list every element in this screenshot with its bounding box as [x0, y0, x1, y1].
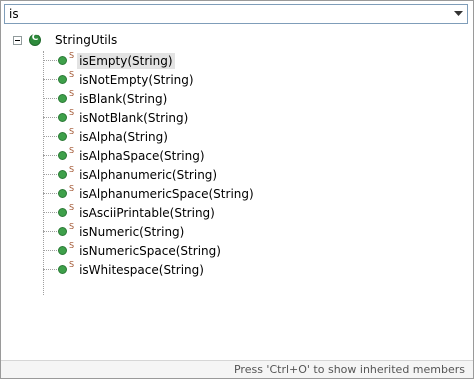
- tree-item-method[interactable]: S isAlphanumericSpace(String): [43, 184, 256, 203]
- public-method-icon: [58, 246, 67, 255]
- static-marker: S: [69, 127, 75, 136]
- method-label: isNumeric(String): [79, 224, 185, 239]
- tree-branch-line: [43, 231, 57, 232]
- status-hint: Press 'Ctrl+O' to show inherited members: [233, 363, 465, 376]
- public-method-icon: [58, 75, 67, 84]
- static-marker: S: [69, 108, 75, 117]
- tree-branch-line: [43, 79, 57, 80]
- static-marker: S: [69, 89, 75, 98]
- public-method-icon: [58, 189, 67, 198]
- tree-branch-line: [43, 117, 57, 118]
- tree-branch-line: [43, 250, 57, 251]
- method-label: isNotBlank(String): [79, 110, 189, 125]
- method-label: isAlpha(String): [79, 129, 168, 144]
- static-marker: S: [69, 241, 75, 250]
- method-label: isAlphanumericSpace(String): [79, 186, 254, 201]
- tree-item-method[interactable]: S isBlank(String): [43, 89, 169, 108]
- method-label: isAsciiPrintable(String): [79, 205, 215, 220]
- class-label: StringUtils: [55, 33, 118, 47]
- public-method-icon: [58, 132, 67, 141]
- tree-branch-line: [43, 174, 57, 175]
- view-menu-button[interactable]: [451, 7, 465, 21]
- tree-branch-line: [43, 98, 57, 99]
- tree-item-method[interactable]: S isAsciiPrintable(String): [43, 203, 217, 222]
- method-label: isNumericSpace(String): [79, 243, 221, 258]
- class-icon-letter: C: [31, 33, 39, 43]
- public-method-icon: [58, 94, 67, 103]
- public-method-icon: [58, 113, 67, 122]
- method-label: isBlank(String): [79, 91, 168, 106]
- tree-item-method[interactable]: S isNumeric(String): [43, 222, 186, 241]
- public-method-icon: [58, 265, 67, 274]
- tree-branch-line: [43, 136, 57, 137]
- tree-branch-line: [43, 193, 57, 194]
- tree-item-method[interactable]: S isWhitespace(String): [43, 260, 206, 279]
- static-marker: S: [69, 165, 75, 174]
- tree-branch-line: [43, 269, 57, 270]
- public-method-icon: [58, 56, 67, 65]
- tree-branch-line: [43, 155, 57, 156]
- public-method-icon: [58, 151, 67, 160]
- status-bar: Press 'Ctrl+O' to show inherited members: [1, 360, 473, 378]
- method-label: isNotEmpty(String): [79, 72, 194, 87]
- static-marker: S: [69, 146, 75, 155]
- tree-item-method[interactable]: S isNotEmpty(String): [43, 70, 196, 89]
- class-icon: C: [29, 33, 41, 46]
- tree-item-method[interactable]: S isAlpha(String): [43, 127, 170, 146]
- static-marker: S: [69, 70, 75, 79]
- static-marker: S: [69, 260, 75, 269]
- quick-outline-popup: C StringUtils S isEmpty(String) S isNotE…: [0, 0, 474, 379]
- tree-item-method[interactable]: S isAlphanumeric(String): [43, 165, 219, 184]
- static-marker: S: [69, 51, 75, 60]
- public-method-icon: [58, 227, 67, 236]
- tree-item-method[interactable]: S isNotBlank(String): [43, 108, 190, 127]
- tree-root-class[interactable]: C StringUtils: [13, 31, 119, 49]
- public-method-icon: [58, 208, 67, 217]
- static-marker: S: [69, 184, 75, 193]
- tree-item-method[interactable]: S isEmpty(String): [43, 51, 175, 70]
- filter-bar: [4, 4, 468, 24]
- tree-item-method[interactable]: S isAlphaSpace(String): [43, 146, 207, 165]
- method-label: isAlphaSpace(String): [79, 148, 205, 163]
- method-label: isWhitespace(String): [79, 262, 204, 277]
- method-label: isEmpty(String): [77, 52, 175, 69]
- collapse-toggle-icon[interactable]: [13, 35, 22, 45]
- outline-tree: C StringUtils S isEmpty(String) S isNotE…: [1, 27, 473, 357]
- filter-input[interactable]: [9, 6, 429, 22]
- static-marker: S: [69, 222, 75, 231]
- chevron-down-icon: [453, 11, 463, 16]
- tree-branch-line: [43, 60, 57, 61]
- tree-item-method[interactable]: S isNumericSpace(String): [43, 241, 223, 260]
- method-label: isAlphanumeric(String): [79, 167, 218, 182]
- public-method-icon: [58, 170, 67, 179]
- tree-branch-line: [43, 212, 57, 213]
- static-marker: S: [69, 203, 75, 212]
